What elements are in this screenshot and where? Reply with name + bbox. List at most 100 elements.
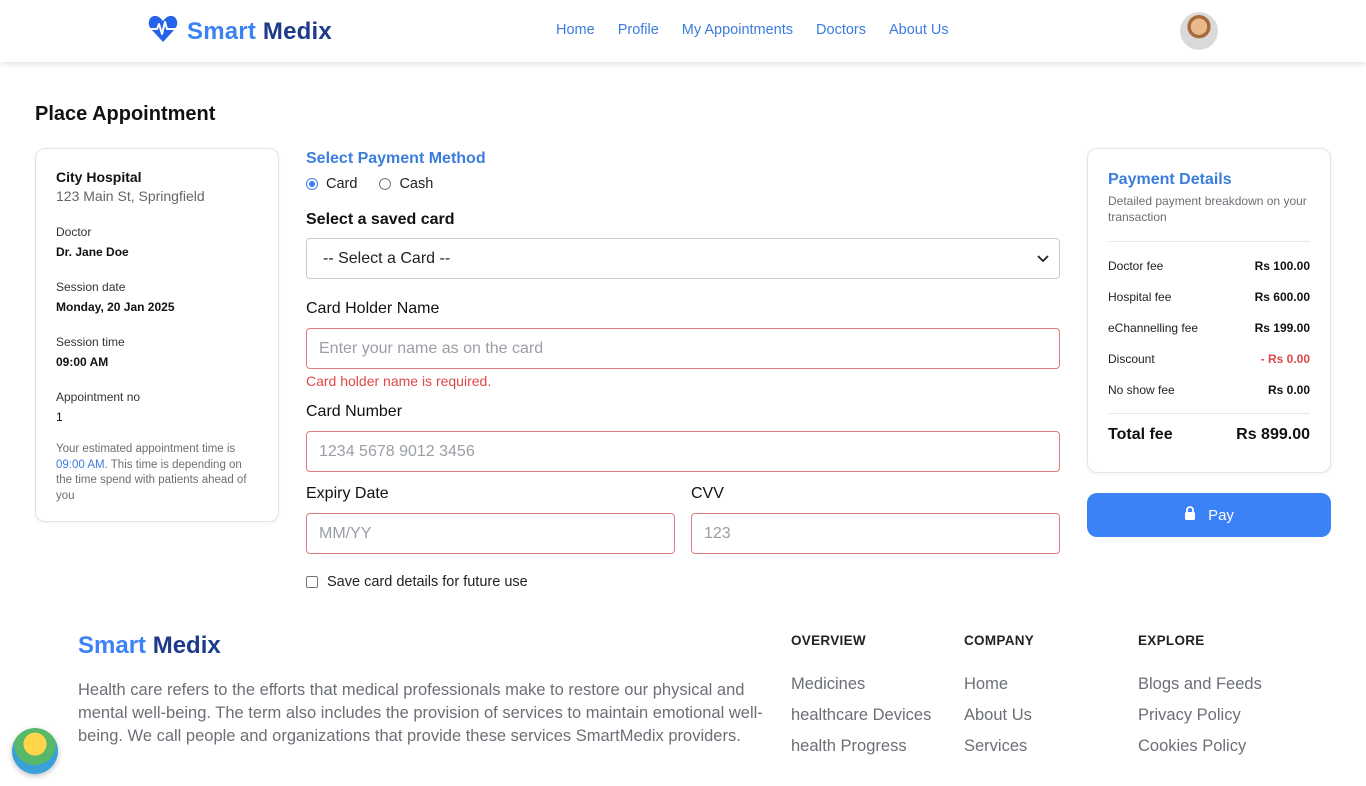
- nav-about-us[interactable]: About Us: [889, 22, 949, 38]
- appointment-no-label: Appointment no: [56, 390, 141, 404]
- save-card-label: Save card details for future use: [327, 574, 528, 590]
- radio-card-dot[interactable]: [306, 178, 318, 190]
- footer-column-title: EXPLORE: [1138, 633, 1205, 648]
- footer-logo-medix: Medix: [152, 632, 221, 659]
- expiry-cvv-row: Expiry Date MM/YY CVV 123: [306, 485, 1060, 554]
- total-amount: Rs 899.00: [1236, 426, 1310, 443]
- footer-logo: Smart Medix: [78, 632, 221, 660]
- payment-method-radios: Card Cash: [306, 176, 1060, 192]
- footer-link[interactable]: Privacy Policy: [1138, 706, 1262, 737]
- fee-row: No show fee Rs 0.00: [1108, 374, 1310, 405]
- nav-doctors[interactable]: Doctors: [816, 22, 866, 38]
- hospital-name: City Hospital: [56, 169, 142, 185]
- avatar[interactable]: [1180, 12, 1218, 50]
- brand-logo[interactable]: Smart Medix: [147, 14, 332, 49]
- page-title: Place Appointment: [35, 103, 216, 125]
- nav-home[interactable]: Home: [556, 22, 595, 38]
- main-nav: Home Profile My Appointments Doctors Abo…: [556, 22, 949, 38]
- note-time: 09:00 AM: [56, 458, 105, 471]
- card-number-label: Card Number: [306, 403, 403, 420]
- session-date-value: Monday, 20 Jan 2025: [56, 300, 175, 314]
- footer-column-title: COMPANY: [964, 633, 1035, 648]
- payment-form: Select Payment Method Card Cash Select a…: [306, 148, 1060, 590]
- fee-row: Doctor fee Rs 100.00: [1108, 250, 1310, 281]
- fee-label: Discount: [1108, 351, 1155, 366]
- doctor-value: Dr. Jane Doe: [56, 245, 129, 259]
- cvv-input[interactable]: 123: [691, 513, 1060, 554]
- footer-link[interactable]: Cookies Policy: [1138, 737, 1262, 768]
- save-card-option[interactable]: Save card details for future use: [306, 574, 1060, 590]
- lock-icon: [1184, 506, 1196, 524]
- payment-details-subtitle: Detailed payment breakdown on your trans…: [1108, 194, 1307, 224]
- footer-link[interactable]: Medicines: [791, 675, 931, 706]
- fee-label: Hospital fee: [1108, 289, 1172, 304]
- saved-card-selected: -- Select a Card --: [323, 249, 451, 267]
- footer-link[interactable]: About Us: [964, 706, 1034, 737]
- floating-app-badge-icon[interactable]: [12, 728, 58, 774]
- footer-logo-smart: Smart: [78, 632, 147, 659]
- radio-cash-label: Cash: [399, 176, 434, 192]
- radio-card[interactable]: Card: [306, 176, 357, 192]
- footer-column-explore: EXPLORE Blogs and Feeds Privacy Policy C…: [1138, 633, 1262, 768]
- divider: [1108, 413, 1310, 414]
- card-number-input[interactable]: 1234 5678 9012 3456: [306, 431, 1060, 472]
- fee-amount: Rs 600.00: [1254, 289, 1310, 304]
- fee-row: eChannelling fee Rs 199.00: [1108, 312, 1310, 343]
- nav-my-appointments[interactable]: My Appointments: [682, 22, 793, 38]
- chevron-down-icon: [1037, 250, 1049, 268]
- note-prefix: Your estimated appointment time is: [56, 443, 236, 455]
- expiry-label: Expiry Date: [306, 485, 389, 502]
- fee-amount: Rs 100.00: [1254, 258, 1310, 273]
- radio-cash-dot[interactable]: [379, 178, 392, 190]
- card-holder-input[interactable]: Enter your name as on the card: [306, 328, 1060, 369]
- session-date-label: Session date: [56, 280, 126, 294]
- fee-amount: Rs 0.00: [1267, 382, 1310, 397]
- footer-column-overview: OVERVIEW Medicines healthcare Devices he…: [791, 633, 931, 768]
- footer-link[interactable]: health Progress: [791, 737, 931, 768]
- fee-label: Doctor fee: [1108, 258, 1164, 273]
- session-time-label: Session time: [56, 335, 125, 349]
- estimated-time-note: Your estimated appointment time is 09:00…: [56, 442, 258, 504]
- payment-details-card: Payment Details Detailed payment breakdo…: [1087, 148, 1331, 473]
- footer-link[interactable]: Services: [964, 737, 1034, 768]
- footer-link[interactable]: Blogs and Feeds: [1138, 675, 1262, 706]
- save-card-checkbox[interactable]: [306, 576, 318, 588]
- fee-amount: Rs 199.00: [1254, 320, 1310, 335]
- logo-smart-text: Smart: [187, 17, 257, 45]
- fee-row: Hospital fee Rs 600.00: [1108, 281, 1310, 312]
- cvv-label: CVV: [691, 485, 724, 502]
- appointment-summary-card: City Hospital 123 Main St, Springfield D…: [35, 148, 279, 522]
- session-time-value: 09:00 AM: [56, 355, 109, 369]
- payment-details-title: Payment Details: [1108, 171, 1232, 188]
- total-label: Total fee: [1108, 426, 1173, 443]
- doctor-label: Doctor: [56, 225, 92, 239]
- footer-link[interactable]: healthcare Devices: [791, 706, 931, 737]
- nav-profile[interactable]: Profile: [618, 22, 659, 38]
- heart-pulse-icon: [147, 14, 179, 49]
- footer-column-company: COMPANY Home About Us Services: [964, 633, 1034, 768]
- cvv-group: CVV 123: [691, 485, 1060, 554]
- divider: [1108, 241, 1310, 242]
- footer-column-title: OVERVIEW: [791, 633, 866, 648]
- expiry-input[interactable]: MM/YY: [306, 513, 675, 554]
- card-holder-label: Card Holder Name: [306, 300, 440, 317]
- hospital-address: 123 Main St, Springfield: [56, 188, 205, 204]
- pay-button-label: Pay: [1208, 506, 1234, 524]
- radio-card-label: Card: [326, 176, 358, 192]
- expiry-group: Expiry Date MM/YY: [306, 485, 675, 554]
- footer-description: Health care refers to the efforts that m…: [78, 681, 763, 745]
- saved-card-title: Select a saved card: [306, 211, 455, 228]
- pay-button[interactable]: Pay: [1087, 493, 1331, 537]
- appointment-no-value: 1: [56, 410, 63, 424]
- card-holder-error: Card holder name is required.: [306, 373, 492, 389]
- top-navbar: Smart Medix Home Profile My Appointments…: [0, 0, 1366, 62]
- fee-label: eChannelling fee: [1108, 320, 1199, 335]
- radio-cash[interactable]: Cash: [379, 176, 433, 192]
- logo-medix-text: Medix: [262, 17, 332, 45]
- footer-link[interactable]: Home: [964, 675, 1034, 706]
- fee-label: No show fee: [1108, 382, 1175, 397]
- payment-method-title: Select Payment Method: [306, 150, 486, 167]
- total-row: Total fee Rs 899.00: [1108, 426, 1310, 444]
- discount-amount: - Rs 0.00: [1260, 351, 1310, 366]
- saved-card-select[interactable]: -- Select a Card --: [306, 238, 1060, 279]
